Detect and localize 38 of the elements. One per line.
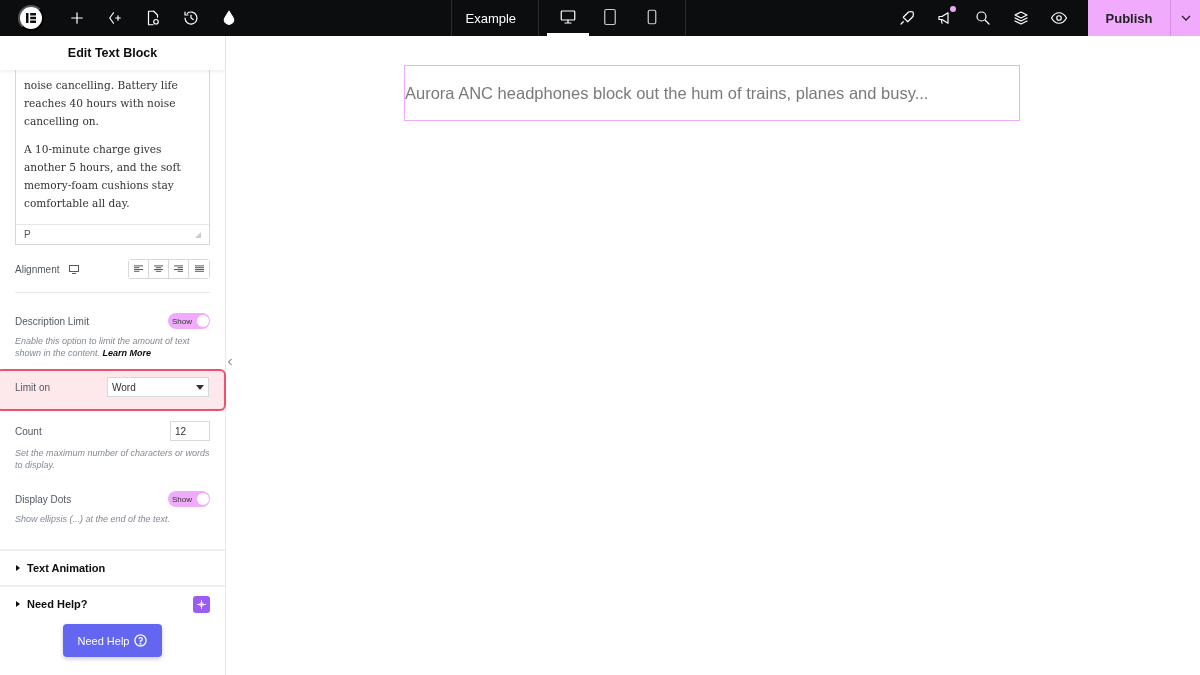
section-header[interactable]: Need Help? [0, 585, 225, 621]
desktop-icon [558, 7, 577, 26]
toggle-switch[interactable]: Show [168, 313, 210, 329]
control-label: Count [15, 425, 42, 437]
number-field[interactable]: 12 [170, 421, 210, 441]
dropdown-field[interactable]: Word [107, 377, 209, 397]
section-header[interactable]: Text Animation [0, 549, 225, 585]
page-selector[interactable]: Example [450, 0, 539, 36]
control-label: Display Dots [15, 493, 72, 505]
help-text: Set the maximum number of characters or words to display. [14, 447, 211, 471]
caret-down-icon [196, 384, 204, 390]
layers-icon [1012, 9, 1030, 27]
panel-title: Edit Text Block [0, 36, 225, 70]
text-block[interactable]: Aurora ANC headphones block out the hum of trains, planes and busy... [404, 65, 1020, 121]
eye-icon [1050, 9, 1068, 27]
control-label: Limit on [15, 381, 50, 393]
align-left-icon[interactable] [129, 260, 149, 278]
toggle-switch[interactable]: Show [168, 491, 210, 507]
search-icon [974, 9, 992, 27]
help-icon [134, 634, 148, 647]
learn-more-link[interactable]: Learn More [102, 348, 152, 358]
control-label: Description Limit [15, 315, 89, 327]
element-path: P [24, 229, 31, 240]
control-label: Alignment [15, 263, 60, 275]
logo-icon[interactable] [18, 5, 44, 31]
help-text: Enable this option to limit the amount of text shown in the content. Learn More [14, 335, 191, 359]
resize-handle-icon [195, 231, 201, 238]
text-editor[interactable]: noise cancelling. Battery life reaches 40 hours with noise cancelling on. A 10-minute charge gives another 5 hours, and the soft memory-foam cushions stay comfortable all day. P [15, 70, 210, 245]
caret-right-icon [15, 601, 21, 607]
caret-right-icon [15, 565, 21, 571]
need-help-button[interactable]: Need Help [63, 624, 162, 657]
plus-icon [68, 9, 86, 27]
publish-button[interactable]: Publish [1088, 0, 1170, 36]
history-icon [182, 9, 200, 27]
desktop-icon[interactable] [69, 264, 80, 274]
rocket-icon [898, 9, 916, 27]
help-text: Show ellipsis (...) at the end of the text. [14, 513, 172, 525]
ai-icon [193, 595, 210, 613]
